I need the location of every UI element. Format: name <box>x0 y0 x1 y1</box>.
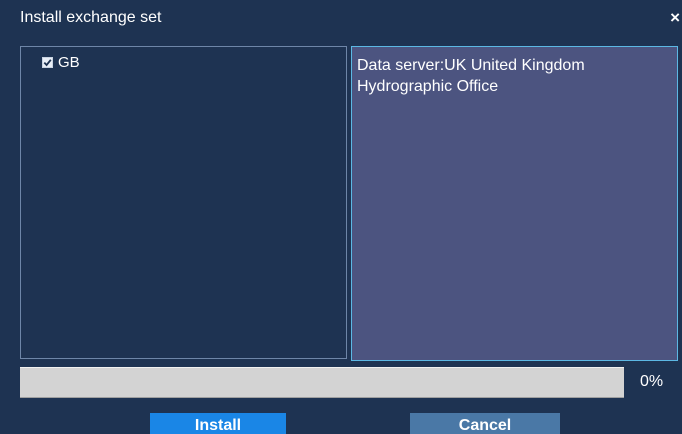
tree-item-gb[interactable]: GB <box>42 53 80 71</box>
progress-percent: 0% <box>640 373 664 390</box>
title-bar: Install exchange set × <box>0 0 682 38</box>
install-progress-bar <box>20 367 624 398</box>
install-exchange-set-dialog: Install exchange set × GB Data server:UK… <box>0 0 682 434</box>
install-button[interactable]: Install <box>150 413 286 434</box>
gb-checkbox[interactable] <box>42 56 53 68</box>
data-server-info-panel: Data server:UK United Kingdom Hydrograph… <box>351 46 678 361</box>
data-server-text: Data server:UK United Kingdom Hydrograph… <box>357 57 585 95</box>
tree-item-label: GB <box>58 53 80 71</box>
cancel-button[interactable]: Cancel <box>410 413 560 434</box>
close-icon[interactable]: × <box>670 8 680 28</box>
checkmark-icon <box>43 58 52 66</box>
dialog-title: Install exchange set <box>20 9 162 26</box>
exchange-set-tree: GB <box>20 46 347 359</box>
